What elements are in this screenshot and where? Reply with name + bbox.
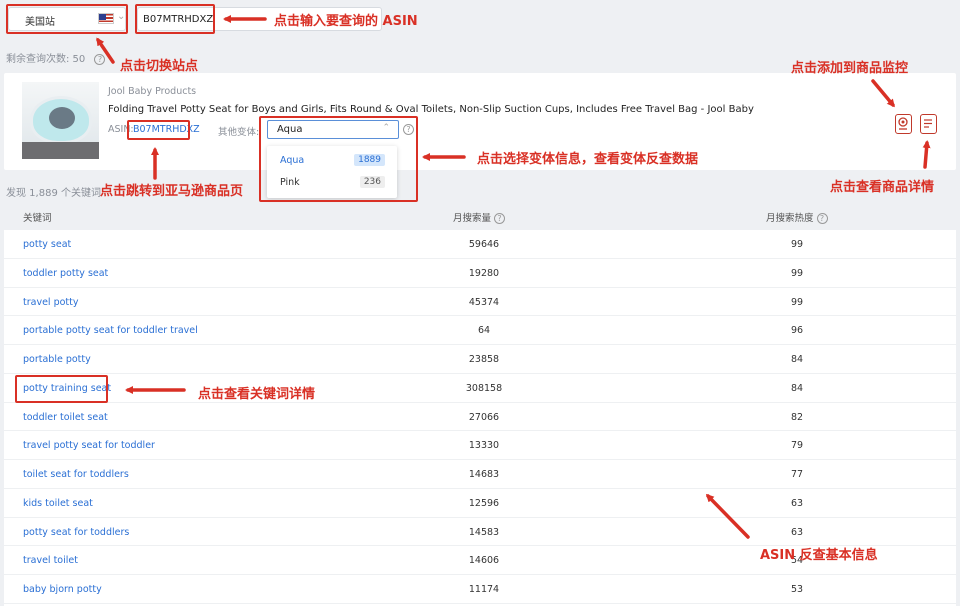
note-switch-site: 点击切换站点 (120, 59, 199, 74)
table-row: toilet seat for toddlers 14683 77 (4, 460, 956, 489)
monthly-heat: 79 (790, 440, 804, 452)
monthly-volume: 64 (477, 325, 491, 337)
monthly-heat: 63 (790, 497, 804, 509)
product-title: Folding Travel Potty Seat for Boys and G… (108, 104, 754, 115)
monthly-heat: 84 (790, 382, 804, 394)
keyword-link[interactable]: travel potty seat for toddler (23, 440, 155, 451)
note-product-detail: 点击查看商品详情 (830, 180, 935, 195)
table-row: baby bjorn potty 11174 53 (4, 575, 956, 604)
note-keyword-detail: 点击查看关键词详情 (198, 387, 316, 402)
note-basic-info: ASIN 反查基本信息 (760, 548, 878, 563)
monitor-icon (898, 117, 908, 130)
monthly-heat: 96 (790, 325, 804, 337)
help-icon[interactable]: ? (816, 213, 828, 224)
table-header: 关键词 月搜索量 ? 月搜索热度 ? (4, 204, 956, 228)
monthly-volume: 14606 (468, 555, 500, 567)
monthly-volume: 14583 (468, 526, 500, 538)
table-row: portable potty seat for toddler travel 64… (4, 316, 956, 345)
monthly-heat: 77 (790, 469, 804, 480)
remaining-queries: 剩余查询次数: 50 ? (6, 50, 106, 65)
remaining-queries-text: 剩余查询次数: 50 (6, 54, 86, 65)
keyword-link[interactable]: toddler toilet seat (23, 412, 108, 423)
header-keyword: 关键词 (23, 213, 52, 224)
table-row: kids toilet seat 12596 63 (4, 489, 956, 518)
monthly-volume: 45374 (468, 296, 500, 308)
keyword-link[interactable]: toddler potty seat (23, 268, 108, 279)
monthly-heat: 82 (790, 411, 804, 423)
monthly-heat: 99 (790, 296, 804, 308)
annotation-box-asin-link (127, 120, 190, 140)
monthly-volume: 308158 (465, 382, 503, 394)
help-icon[interactable]: ? (94, 54, 106, 65)
monthly-heat: 99 (790, 239, 804, 250)
monthly-heat: 84 (790, 354, 804, 365)
table-row: toddler toilet seat 27066 82 (4, 403, 956, 432)
keyword-link[interactable]: travel potty (23, 297, 79, 308)
monthly-volume: 59646 (468, 239, 500, 250)
keyword-link[interactable]: portable potty (23, 354, 91, 365)
keyword-link[interactable]: baby bjorn potty (23, 584, 102, 595)
monthly-heat: 53 (790, 584, 804, 595)
monthly-volume: 19280 (468, 267, 500, 279)
help-icon[interactable]: ? (494, 213, 506, 224)
product-detail-button[interactable] (920, 114, 937, 134)
table-row: potty seat for toddlers 14583 63 (4, 518, 956, 547)
annotation-box-asin-input (135, 4, 215, 34)
keyword-link[interactable]: portable potty seat for toddler travel (23, 325, 198, 336)
annotation-box-keyword (15, 375, 108, 403)
monthly-volume: 12596 (468, 497, 500, 509)
note-amazon-page: 点击跳转到亚马逊商品页 (100, 184, 244, 199)
monthly-heat: 99 (790, 267, 804, 279)
header-volume: 月搜索量 ? (453, 210, 506, 224)
header-volume-text: 月搜索量 (453, 213, 492, 224)
monthly-volume: 27066 (468, 411, 500, 423)
annotation-box-variant (259, 116, 418, 202)
document-icon (924, 119, 932, 128)
note-variant: 点击选择变体信息，查看变体反查数据 (477, 152, 699, 167)
table-row: travel potty seat for toddler 13330 79 (4, 431, 956, 460)
product-brand: Jool Baby Products (108, 86, 197, 97)
found-keywords-count: 发现 1,889 个关键词 (6, 188, 101, 199)
header-heat: 月搜索热度 ? (766, 210, 828, 224)
add-monitor-button[interactable] (895, 114, 912, 134)
monthly-volume: 23858 (468, 354, 500, 365)
monthly-volume: 14683 (468, 469, 500, 480)
keyword-link[interactable]: travel toilet (23, 555, 78, 566)
annotation-box-site (6, 4, 128, 34)
variant-label: 其他变体: (218, 127, 260, 138)
product-image (22, 82, 99, 159)
header-heat-text: 月搜索热度 (766, 213, 814, 224)
keyword-link[interactable]: toilet seat for toddlers (23, 469, 129, 480)
table-row: toddler potty seat 19280 99 (4, 259, 956, 288)
table-row: travel potty 45374 99 (4, 288, 956, 317)
monthly-heat: 63 (790, 526, 804, 538)
table-row: potty training seat 308158 84 (4, 374, 956, 403)
note-asin-input: 点击输入要查询的 ASIN (274, 14, 418, 29)
keyword-link[interactable]: potty seat (23, 239, 71, 250)
monthly-volume: 11174 (468, 584, 500, 595)
keyword-link[interactable]: kids toilet seat (23, 498, 93, 509)
table-row: portable potty 23858 84 (4, 345, 956, 374)
keyword-link[interactable]: potty seat for toddlers (23, 527, 129, 538)
monthly-volume: 13330 (468, 440, 500, 452)
table-row: potty seat 59646 99 (4, 230, 956, 259)
note-add-monitor: 点击添加到商品监控 (791, 61, 909, 76)
